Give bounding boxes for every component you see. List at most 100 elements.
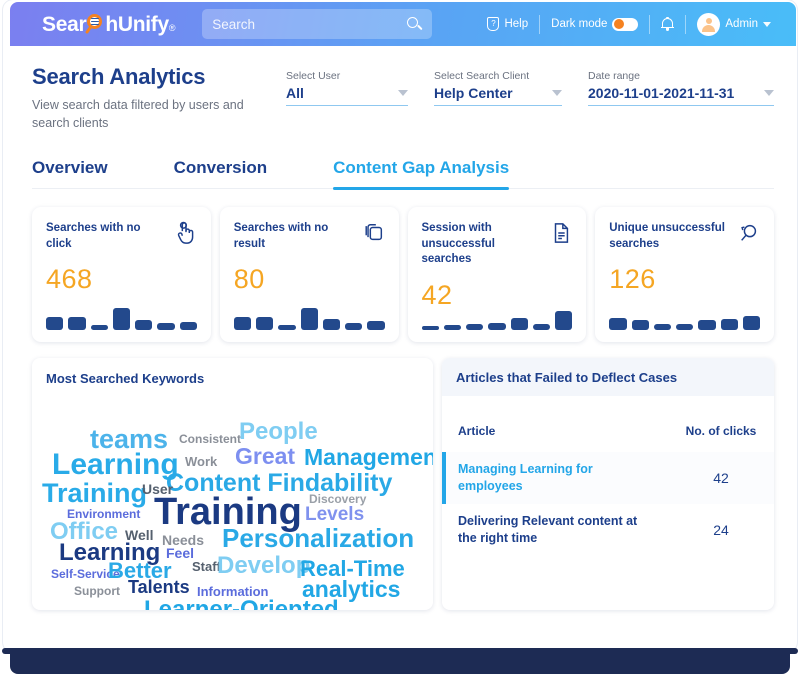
- table-row[interactable]: Delivering Relevant content at the right…: [442, 504, 774, 556]
- kpi-title: Session with unsuccessful searches: [421, 222, 496, 266]
- user-menu[interactable]: Admin: [686, 12, 782, 36]
- avatar: [697, 12, 721, 36]
- device-frame: Sear hUnify ® ? Help: [0, 0, 800, 677]
- filter-select-user[interactable]: Select User All: [286, 70, 408, 132]
- word-cloud-term[interactable]: Levels: [305, 505, 364, 524]
- word-cloud-term[interactable]: Talents: [128, 578, 190, 596]
- sparkline-bar: [488, 323, 506, 331]
- sparkline-bar: [256, 317, 274, 331]
- sparkline-bar: [720, 319, 738, 331]
- sparkline-bar: [443, 325, 461, 331]
- app-header: Sear hUnify ® ? Help: [10, 2, 796, 46]
- word-cloud-term[interactable]: Great: [235, 445, 295, 468]
- sparkline-bar: [68, 317, 86, 331]
- chevron-down-icon[interactable]: [764, 90, 774, 96]
- sparkline-bar: [135, 320, 153, 331]
- help-label: Help: [504, 18, 529, 30]
- bottom-panels: Most Searched Keywords teams Consistent Pe…: [32, 358, 774, 611]
- filter-control[interactable]: Help Center: [434, 85, 562, 106]
- global-search-box[interactable]: [202, 9, 433, 39]
- toggle-switch[interactable]: [612, 17, 639, 31]
- word-cloud-term[interactable]: Management: [304, 446, 433, 469]
- sparkline-bar: [742, 316, 760, 331]
- word-cloud-term[interactable]: Work: [185, 455, 217, 468]
- notifications-button[interactable]: [650, 16, 685, 32]
- searchunify-logo[interactable]: Sear hUnify ®: [42, 12, 176, 37]
- filter-label: Select Search Client: [434, 70, 530, 82]
- cell-clicks: 24: [713, 521, 729, 538]
- dark-mode-label: Dark mode: [551, 18, 608, 30]
- page-title: Search Analytics: [32, 64, 206, 89]
- filter-value: Help Center: [434, 85, 513, 101]
- table-row[interactable]: Managing Learning for employees 42: [442, 452, 774, 504]
- page-content: Search Analytics View search data filter…: [10, 46, 796, 650]
- logo-text-left: Sear: [42, 12, 87, 36]
- sparkline-bar: [421, 326, 439, 331]
- tab-overview[interactable]: Overview: [32, 158, 108, 188]
- kpi-value: 468: [46, 264, 93, 295]
- chevron-down-icon[interactable]: [398, 90, 408, 96]
- kpi-sparkline: [46, 306, 197, 331]
- sparkline-bar: [345, 323, 363, 331]
- chevron-down-icon[interactable]: [552, 90, 562, 96]
- sparkline-bar: [90, 325, 108, 331]
- tab-conversion[interactable]: Conversion: [174, 158, 268, 188]
- word-cloud-term[interactable]: Develop: [217, 554, 310, 578]
- kpi-title: Unique unsuccessful searches: [609, 222, 725, 250]
- sparkline-bar: [278, 325, 296, 331]
- chevron-down-icon[interactable]: [763, 21, 771, 27]
- word-cloud-term[interactable]: People: [239, 420, 318, 444]
- filter-control[interactable]: 2020-11-01-2021-11-31: [588, 85, 774, 106]
- kpi-card-searches-no-result[interactable]: Searches with no result 80: [219, 207, 399, 343]
- logo-trademark: ®: [168, 22, 176, 33]
- bell-icon[interactable]: [661, 16, 675, 32]
- browser-screen: Sear hUnify ® ? Help: [3, 0, 797, 652]
- word-cloud-term[interactable]: Learner-Oriented: [144, 598, 339, 611]
- device-base: [2, 648, 798, 674]
- sparkline-bar: [653, 324, 671, 331]
- kpi-sparkline: [233, 306, 385, 331]
- sparkline-bar: [300, 308, 318, 331]
- word-cloud-term[interactable]: Support: [74, 585, 120, 597]
- filter-control[interactable]: All: [286, 85, 408, 106]
- filter-date-range[interactable]: Date range 2020-11-01-2021-11-31: [588, 70, 774, 132]
- word-cloud: teams Consistent People Work Great Management…: [32, 388, 433, 611]
- sparkline-bar: [532, 324, 550, 331]
- sparkline-bar: [157, 323, 175, 331]
- sparkline-bar: [698, 320, 716, 331]
- dark-mode-toggle[interactable]: Dark mode: [540, 17, 649, 31]
- filter-select-search-client[interactable]: Select Search Client Help Center: [434, 70, 562, 132]
- user-label: Admin: [725, 18, 758, 30]
- sparkline-bar: [322, 319, 340, 331]
- word-cloud-term[interactable]: Consistent: [179, 433, 241, 445]
- word-cloud-term[interactable]: Training: [42, 480, 147, 507]
- page-subtitle: View search data filtered by users and s…: [32, 98, 244, 131]
- search-icon[interactable]: [407, 16, 423, 32]
- sparkline-bar: [609, 318, 627, 331]
- sparkline-bar: [555, 311, 573, 331]
- kpi-value: 80: [233, 264, 265, 295]
- kpi-card-searches-no-click[interactable]: Searches with no click 468: [32, 207, 211, 343]
- column-header-clicks: No. of clicks: [685, 424, 757, 439]
- magnifier-logo-icon: [85, 13, 105, 34]
- help-shield-icon: ?: [487, 17, 500, 31]
- sparkline-bar: [676, 324, 694, 331]
- copy-pages-icon: [364, 224, 382, 241]
- panel-title: Articles that Failed to Deflect Cases: [442, 358, 774, 397]
- page-header: Search Analytics View search data filter…: [32, 46, 774, 132]
- sparkline-bar: [179, 322, 197, 331]
- word-cloud-term[interactable]: Learning: [52, 450, 179, 480]
- kpi-card-unique-unsuccessful[interactable]: Unique unsuccessful searches 126: [595, 207, 774, 343]
- filter-label: Select User: [286, 70, 341, 82]
- panel-title: Most Searched Keywords: [46, 371, 205, 387]
- cell-article: Managing Learning for employees: [458, 462, 593, 494]
- kpi-sparkline: [609, 306, 760, 331]
- click-hand-icon: [177, 221, 194, 245]
- help-button[interactable]: ? Help: [476, 17, 539, 31]
- search-input[interactable]: [212, 16, 408, 32]
- word-cloud-term[interactable]: Personalization: [222, 525, 414, 551]
- tab-content-gap-analysis[interactable]: Content Gap Analysis: [333, 158, 510, 190]
- most-searched-keywords-panel: Most Searched Keywords teams Consistent Pe…: [32, 358, 433, 611]
- filter-value: 2020-11-01-2021-11-31: [588, 85, 735, 101]
- kpi-card-session-unsuccessful[interactable]: Session with unsuccessful searches 42: [407, 207, 587, 343]
